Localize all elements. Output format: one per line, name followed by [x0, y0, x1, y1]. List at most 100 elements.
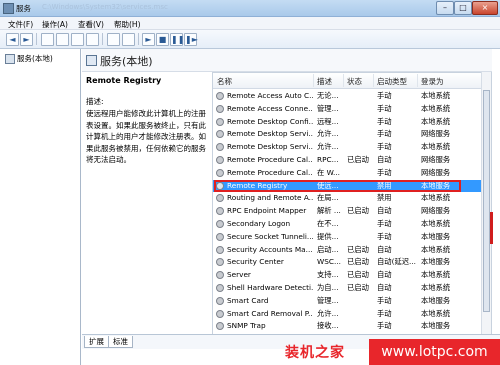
- service-name-cell: Shell Hardware Detecti...: [227, 283, 313, 292]
- column-header-name[interactable]: 名称: [217, 76, 232, 87]
- column-header-description[interactable]: 描述: [317, 76, 332, 87]
- properties-icon[interactable]: [122, 33, 135, 46]
- description-label: 描述:: [86, 97, 104, 106]
- vertical-scrollbar[interactable]: [481, 72, 491, 334]
- play-icon[interactable]: ►: [142, 33, 155, 46]
- menu-file[interactable]: 文件(F): [8, 19, 33, 30]
- title-bar: 服务 C:\Windows\System32\services.msc – □ …: [0, 0, 500, 17]
- table-row[interactable]: Routing and Remote A... 在局... 禁用 本地系统: [213, 192, 491, 205]
- table-row[interactable]: Server 支持... 已启动 自动 本地系统: [213, 269, 491, 282]
- forward-icon[interactable]: ►: [20, 33, 33, 46]
- column-header-status[interactable]: 状态: [347, 76, 362, 87]
- gear-icon: [216, 296, 224, 305]
- service-startup-type-cell: 手动: [377, 219, 392, 228]
- gear-icon: [216, 181, 224, 190]
- service-log-on-as-cell: 本地系统: [421, 308, 451, 318]
- gear-icon: [216, 194, 224, 203]
- gear-icon: [216, 92, 224, 100]
- service-name-cell: Routing and Remote A...: [227, 193, 313, 203]
- table-row[interactable]: Remote Access Conne... 管理... 手动 本地系统: [213, 103, 491, 116]
- menu-help[interactable]: 帮助(H): [114, 19, 141, 30]
- table-row[interactable]: Remote Procedure Cal... RPC... 已启动 自动 网络服务: [213, 154, 491, 167]
- toolbar-separator: [138, 33, 139, 45]
- tree-item-services-local[interactable]: 服务(本地): [17, 53, 53, 64]
- service-startup-type-cell: 自动: [377, 155, 392, 164]
- restart-icon[interactable]: ❚►: [184, 33, 198, 46]
- service-name-cell: Remote Desktop Confi...: [227, 116, 313, 126]
- column-header-startup-type[interactable]: 启动类型: [377, 76, 407, 87]
- column-divider[interactable]: [313, 74, 314, 87]
- table-row[interactable]: Remote Desktop Servi... 允许... 手动 本地系统: [213, 141, 491, 154]
- service-log-on-as-cell: 本地系统: [421, 142, 451, 152]
- service-name-cell: Secondary Logon: [227, 219, 291, 228]
- table-row[interactable]: Smart Card 管理... 手动 本地服务: [213, 295, 491, 308]
- menu-action[interactable]: 操作(A): [42, 19, 68, 30]
- back-icon[interactable]: ◄: [6, 33, 19, 46]
- service-description-cell: 远程...: [317, 116, 339, 126]
- service-status-cell: 已启动: [347, 283, 369, 292]
- service-status-cell: 已启动: [347, 244, 369, 254]
- table-row[interactable]: Remote Desktop Confi... 远程... 手动 本地系统: [213, 116, 491, 129]
- list-icon[interactable]: [56, 33, 69, 46]
- watermark-url: www.lotpc.com: [369, 339, 500, 365]
- table-row[interactable]: Secondary Logon 在不... 手动 本地系统: [213, 218, 491, 231]
- service-description-cell: 支持...: [317, 270, 339, 280]
- table-row[interactable]: Remote Desktop Servi... 允许... 手动 网络服务: [213, 128, 491, 141]
- service-log-on-as-cell: 网络服务: [421, 155, 451, 164]
- menu-view[interactable]: 查看(V): [78, 19, 104, 30]
- service-startup-type-cell: 禁用: [377, 180, 392, 190]
- service-name-cell: Remote Access Conne...: [227, 103, 313, 113]
- table-row[interactable]: Shell Hardware Detecti... 为自... 已启动 自动 本地系统: [213, 282, 491, 295]
- table-row[interactable]: Security Accounts Ma... 启动... 已启动 自动 本地系统: [213, 244, 491, 257]
- service-name-cell: Remote Access Auto C...: [227, 91, 313, 100]
- refresh-icon[interactable]: [71, 33, 84, 46]
- tab-extended[interactable]: 扩展: [84, 336, 109, 348]
- column-divider[interactable]: [417, 74, 418, 87]
- service-startup-type-cell: 手动: [377, 308, 392, 318]
- service-startup-type-cell: 自动: [377, 283, 392, 292]
- table-row[interactable]: Smart Card Removal P... 允许... 手动 本地系统: [213, 308, 491, 321]
- table-row[interactable]: Remote Registry 使远... 禁用 本地服务: [213, 179, 491, 193]
- service-startup-type-cell: 手动: [377, 295, 392, 305]
- maximize-button[interactable]: □: [454, 1, 472, 15]
- minimize-button[interactable]: –: [436, 1, 454, 15]
- pane-title: 服务(本地): [100, 55, 153, 68]
- service-log-on-as-cell: 本地系统: [421, 103, 451, 113]
- service-name-cell: Server: [227, 270, 251, 280]
- service-description-cell: 使远...: [317, 180, 339, 190]
- service-log-on-as-cell: 本地系统: [421, 270, 451, 280]
- table-row[interactable]: RPC Endpoint Mapper 解析 ... 已启动 自动 网络服务: [213, 205, 491, 218]
- help-icon[interactable]: [107, 33, 120, 46]
- table-row[interactable]: Secure Socket Tunneli... 提供... 手动 本地服务: [213, 231, 491, 244]
- service-name-cell: Security Accounts Ma...: [227, 244, 313, 254]
- service-description-cell: 允许...: [317, 308, 339, 318]
- column-divider[interactable]: [343, 74, 344, 87]
- console-icon[interactable]: [41, 33, 54, 46]
- service-description-cell: 允许...: [317, 142, 339, 152]
- table-row[interactable]: Remote Access Auto C... 无论... 手动 本地系统: [213, 90, 491, 103]
- service-startup-type-cell: 手动: [377, 116, 392, 126]
- service-log-on-as-cell: 本地服务: [421, 180, 451, 190]
- service-description-cell: 为自...: [317, 283, 339, 292]
- gear-icon: [216, 168, 224, 177]
- tab-standard[interactable]: 标准: [108, 336, 133, 348]
- table-row[interactable]: SNMP Trap 接收... 手动 本地服务: [213, 320, 491, 333]
- stop-icon[interactable]: ■: [156, 33, 169, 46]
- column-header-log-on-as[interactable]: 登录为: [421, 76, 444, 87]
- column-divider[interactable]: [373, 74, 374, 87]
- close-button[interactable]: ×: [472, 1, 498, 15]
- scrollbar-thumb[interactable]: [483, 90, 490, 312]
- table-row[interactable]: Security Center WSC... 已启动 自动(延迟... 本地服务: [213, 256, 491, 269]
- service-startup-type-cell: 手动: [377, 231, 392, 241]
- service-description-cell: 管理...: [317, 103, 339, 113]
- pause-icon[interactable]: ❚❚: [170, 33, 184, 46]
- service-name-cell: Smart Card: [227, 295, 269, 305]
- export-icon[interactable]: [86, 33, 99, 46]
- services-table: 名称 描述 状态 启动类型 登录为 Remote Access Auto C..…: [212, 72, 492, 336]
- gear-icon: [216, 220, 224, 228]
- service-log-on-as-cell: 本地系统: [421, 193, 451, 203]
- service-status-cell: 已启动: [347, 257, 369, 267]
- service-name-cell: Secure Socket Tunneli...: [227, 231, 313, 241]
- service-status-cell: 已启动: [347, 206, 369, 216]
- table-row[interactable]: Remote Procedure Cal... 在 W... 手动 网络服务: [213, 167, 491, 180]
